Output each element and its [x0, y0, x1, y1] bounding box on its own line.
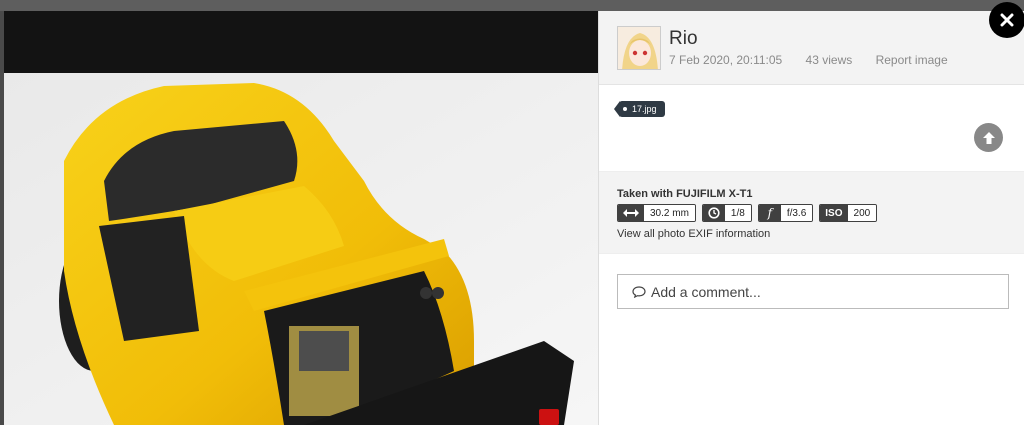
- shutter-icon: [702, 205, 725, 221]
- upload-date: 7 Feb 2020, 20:11:05: [669, 53, 783, 67]
- comment-placeholder: Add a comment...: [651, 283, 761, 300]
- image-details-panel: Rio 7 Feb 2020, 20:11:05 43 views Report…: [598, 11, 1024, 425]
- view-exif-link[interactable]: View all photo EXIF information: [617, 228, 770, 240]
- image-meta: 7 Feb 2020, 20:11:05 43 views Report ima…: [669, 53, 968, 67]
- upvote-button[interactable]: [974, 123, 1003, 152]
- image-lightbox: Rio 7 Feb 2020, 20:11:05 43 views Report…: [4, 11, 1024, 425]
- exif-chips: 30.2 mm 1/8 f f/3.6 ISO 200: [617, 204, 878, 222]
- close-button[interactable]: [989, 2, 1024, 38]
- iso-value: 200: [847, 205, 877, 221]
- tag-hole-icon: [623, 107, 627, 111]
- iso-label: ISO: [820, 205, 848, 221]
- photo-viewer[interactable]: [4, 11, 598, 425]
- close-icon: [1000, 13, 1014, 27]
- author-name[interactable]: Rio: [669, 28, 698, 50]
- author-header: Rio 7 Feb 2020, 20:11:05 43 views Report…: [599, 11, 1024, 85]
- shutter-chip: 1/8: [701, 204, 752, 222]
- view-count: 43 views: [805, 53, 853, 67]
- focal-length-value: 30.2 mm: [644, 205, 695, 221]
- car-photo: [4, 11, 598, 425]
- file-tag[interactable]: 17.jpg: [614, 101, 665, 117]
- arrow-up-icon: [982, 131, 995, 144]
- aperture-chip: f f/3.6: [757, 204, 814, 222]
- focal-length-icon: [618, 205, 644, 221]
- aperture-icon: f: [758, 205, 781, 221]
- focal-length-chip: 30.2 mm: [617, 204, 696, 222]
- avatar[interactable]: [617, 26, 661, 70]
- shutter-value: 1/8: [724, 205, 751, 221]
- speech-bubble-icon: [632, 285, 646, 298]
- file-tag-label: 17.jpg: [632, 104, 657, 114]
- camera-model: Taken with FUJIFILM X-T1: [617, 188, 753, 200]
- aperture-value: f/3.6: [780, 205, 813, 221]
- report-image-link[interactable]: Report image: [876, 53, 948, 67]
- iso-chip: ISO 200: [819, 204, 878, 222]
- add-comment-field[interactable]: Add a comment...: [617, 274, 1009, 309]
- exif-section: Taken with FUJIFILM X-T1 30.2 mm 1/8 f f…: [599, 171, 1024, 254]
- top-backdrop-bar: [0, 0, 1024, 11]
